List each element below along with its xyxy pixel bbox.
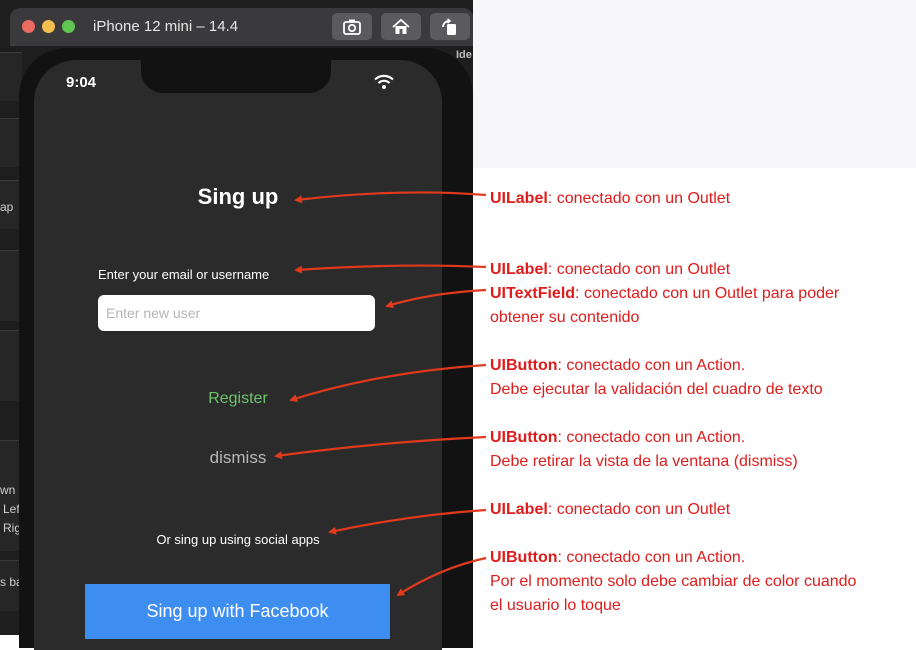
annotation-type: UIButton [490, 429, 558, 446]
simulator-titlebar: iPhone 12 mini – 14.4 [10, 8, 473, 46]
simulator-title: iPhone 12 mini – 14.4 [93, 18, 239, 35]
xcode-text-fragment: Lef [3, 502, 20, 516]
home-button[interactable] [381, 13, 421, 40]
facebook-signup-button[interactable]: Sing up with Facebook [85, 584, 390, 639]
annotation-text: : conectado con un Action. [557, 429, 746, 446]
dismiss-button[interactable]: dismiss [34, 448, 442, 468]
rotate-button[interactable] [430, 13, 470, 40]
annotation-textfield: UITextField: conectado con un Outlet par… [490, 282, 839, 330]
social-apps-label: Or sing up using social apps [156, 532, 320, 547]
home-icon [392, 18, 410, 34]
phone-notch [141, 60, 331, 93]
xcode-text-fragment: wn [0, 483, 16, 497]
rotate-icon [442, 17, 456, 35]
register-button[interactable]: Register [34, 390, 442, 408]
annotation-text: : conectado con un Outlet [547, 190, 731, 207]
annotation-type: UIButton [490, 357, 558, 374]
wifi-icon [374, 74, 394, 89]
annotation-text: : conectado con un Outlet [547, 501, 731, 518]
annotation-type: UILabel [490, 190, 548, 207]
annotation-type: UILabel [490, 261, 548, 278]
annotation-text: el usuario lo toque [490, 597, 621, 614]
annotation-text: obtener su contenido [490, 309, 640, 326]
annotation-background [473, 0, 916, 168]
zoom-window-button[interactable] [62, 20, 75, 33]
annotation-facebook-button: UIButton: conectado con un Action. Por e… [490, 546, 856, 618]
annotation-text: : conectado con un Action. [557, 357, 746, 374]
annotation-dismiss-button: UIButton: conectado con un Action. Debe … [490, 426, 798, 474]
screenshot-button[interactable] [332, 13, 372, 40]
annotation-text: Por el momento solo debe cambiar de colo… [490, 573, 857, 590]
annotation-text: Debe ejecutar la validación del cuadro d… [490, 381, 823, 398]
xcode-text-fragment: ap [0, 200, 14, 214]
annotation-text: : conectado con un Outlet para poder [575, 285, 840, 302]
annotation-register-button: UIButton: conectado con un Action. Debe … [490, 354, 823, 402]
annotation-text: : conectado con un Action. [557, 549, 746, 566]
annotation-type: UIButton [490, 549, 558, 566]
annotation-text: : conectado con un Outlet [547, 261, 731, 278]
annotation-text: Debe retirar la vista de la ventana (dis… [490, 453, 798, 470]
close-window-button[interactable] [22, 20, 35, 33]
minimize-window-button[interactable] [42, 20, 55, 33]
xcode-text-fragment: Ide [456, 49, 472, 61]
username-input[interactable] [98, 295, 375, 331]
page-title: Sing up [197, 184, 279, 209]
annotation-email-label: UILabel: conectado con un Outlet [490, 258, 730, 282]
annotation-title-label: UILabel: conectado con un Outlet [490, 187, 730, 211]
phone-screen: 9:04 Sing up Enter your email or usernam… [34, 60, 442, 650]
annotation-type: UITextField [490, 285, 576, 302]
annotation-social-label: UILabel: conectado con un Outlet [490, 498, 730, 522]
screenshot-icon [343, 19, 361, 35]
status-time: 9:04 [66, 74, 97, 91]
email-label: Enter your email or username [98, 267, 270, 282]
annotation-type: UILabel [490, 501, 548, 518]
